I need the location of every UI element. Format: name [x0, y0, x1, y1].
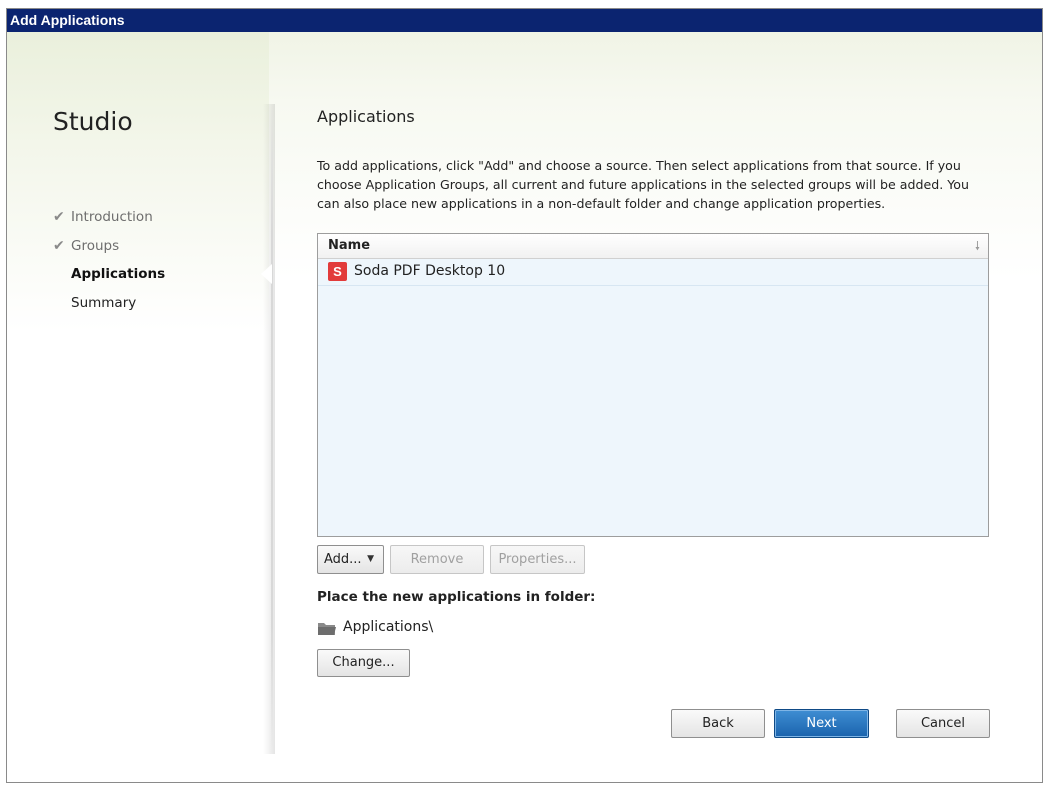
folder-label: Place the new applications in folder: [317, 589, 596, 605]
add-applications-window: Add Applications Studio ✔ Introduction ✔… [6, 8, 1043, 783]
current-step-pointer [261, 264, 272, 284]
folder-icon [318, 623, 336, 635]
checkmark-icon: ✔ [53, 209, 65, 225]
studio-title: Studio [53, 107, 133, 136]
next-button[interactable]: Next [774, 709, 869, 738]
app-name: Soda PDF Desktop 10 [354, 263, 506, 279]
checkmark-icon: ✔ [53, 237, 65, 254]
page-description: To add applications, click "Add" and cho… [317, 158, 969, 211]
properties-button[interactable]: Properties... [490, 545, 585, 574]
list-item[interactable]: S Soda PDF Desktop 10 [318, 259, 988, 286]
step-label: Introduction [71, 209, 153, 225]
list-header: Name 🠗 [318, 234, 988, 259]
page-title: Applications [317, 107, 415, 126]
remove-button[interactable]: Remove [390, 545, 484, 574]
window-title-bar: Add Applications [7, 9, 1042, 32]
dropdown-arrow-icon: ▼ [367, 554, 374, 564]
panel-divider-shadow [263, 104, 275, 754]
folder-name: Applications\ [343, 619, 434, 635]
sort-arrow-icon[interactable]: 🠗 [975, 237, 980, 258]
add-button-label: Add... [324, 552, 362, 567]
left-panel [7, 32, 269, 782]
step-label: Applications [71, 266, 166, 282]
window-title: Add Applications [10, 12, 125, 28]
add-button[interactable]: Add... ▼ [317, 545, 384, 574]
step-label: Groups [71, 237, 120, 254]
panel-divider [271, 104, 273, 754]
back-button[interactable]: Back [671, 709, 765, 738]
soda-pdf-app-icon: S [328, 262, 347, 281]
cancel-button[interactable]: Cancel [896, 709, 990, 738]
column-header-name[interactable]: Name [328, 238, 370, 253]
applications-list[interactable]: Name 🠗 S Soda PDF Desktop 10 [317, 233, 989, 537]
step-label: Summary [71, 294, 137, 311]
change-folder-button[interactable]: Change... [317, 649, 410, 677]
